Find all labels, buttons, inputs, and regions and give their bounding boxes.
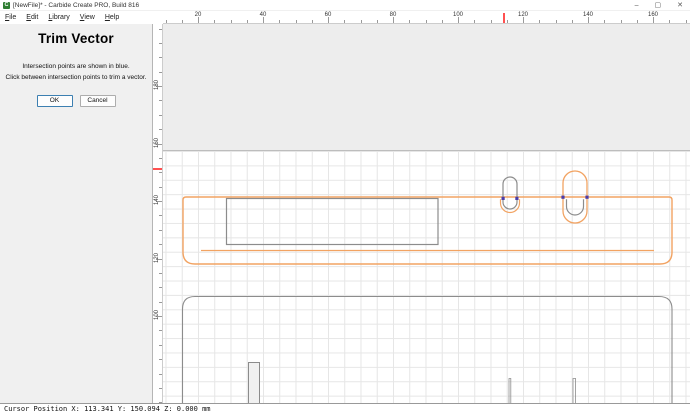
menu-help[interactable]: Help	[105, 14, 119, 21]
instruction-line: Click between intersection points to tri…	[0, 74, 152, 81]
minimize-button[interactable]: –	[635, 1, 639, 10]
ruler-tick	[572, 20, 573, 23]
status-bar: Cursor Position X: 113.341 Y: 150.094 Z:…	[0, 403, 690, 414]
left-ruler: 180 160 140 120 100	[152, 24, 163, 403]
ruler-label: 120	[154, 252, 160, 264]
ruler-tick	[159, 330, 162, 331]
vector-inner-gray-rect[interactable]	[227, 199, 439, 245]
cursor-marker-y	[152, 168, 162, 170]
ruler-tick	[231, 20, 232, 23]
vector-lower-slot[interactable]	[573, 379, 576, 404]
ruler-tick	[159, 230, 162, 231]
ruler-label: 20	[195, 12, 202, 18]
ruler-tick	[159, 345, 162, 346]
ruler-tick	[604, 20, 605, 23]
panel-title: Trim Vector	[0, 31, 152, 46]
menu-library[interactable]: Library	[48, 14, 69, 21]
ruler-tick	[214, 20, 215, 23]
intersection-point[interactable]	[502, 197, 505, 200]
ruler-tick	[361, 20, 362, 23]
ruler-tick	[159, 29, 162, 30]
ruler-label: 80	[390, 12, 397, 18]
ruler-tick	[159, 72, 162, 73]
ruler-tick	[474, 20, 475, 23]
trim-vector-panel: Trim Vector Intersection points are show…	[0, 24, 152, 403]
ruler-tick	[686, 20, 687, 23]
instruction-line: Intersection points are shown in blue.	[0, 63, 152, 70]
ruler-tick	[159, 302, 162, 303]
ruler-tick	[159, 273, 162, 274]
ruler-tick	[539, 20, 540, 23]
ruler-label: 180	[154, 79, 160, 91]
close-button[interactable]: ✕	[677, 1, 683, 10]
ruler-label: 60	[325, 12, 332, 18]
ruler-tick	[159, 158, 162, 159]
ruler-tick	[159, 57, 162, 58]
menu-edit[interactable]: Edit	[26, 14, 38, 21]
vector-lower-slot[interactable]	[509, 379, 511, 404]
ok-button[interactable]: OK	[37, 95, 73, 107]
ruler-tick	[247, 20, 248, 23]
ruler-label: 120	[518, 12, 528, 18]
vector-slot-large-gray[interactable]	[567, 176, 584, 215]
ruler-tick	[159, 287, 162, 288]
ruler-label: 140	[583, 12, 593, 18]
ruler-tick	[442, 20, 443, 23]
app-icon: C	[3, 2, 10, 9]
ruler-label: 40	[260, 12, 267, 18]
ruler-tick	[637, 20, 638, 23]
ruler-tick	[344, 20, 345, 23]
button-row: OK Cancel	[0, 95, 152, 107]
app-window: C [NewFile]* - Carbide Create PRO, Build…	[0, 0, 690, 414]
intersection-point[interactable]	[515, 197, 518, 200]
ruler-label: 100	[453, 12, 463, 18]
ruler-tick	[491, 20, 492, 23]
intersection-point[interactable]	[585, 196, 588, 199]
cursor-position-readout: Cursor Position X: 113.341 Y: 150.094 Z:…	[4, 405, 211, 413]
ruler-tick	[312, 20, 313, 23]
ruler-tick	[426, 20, 427, 23]
intersection-point[interactable]	[561, 196, 564, 199]
ruler-tick	[279, 20, 280, 23]
menu-file[interactable]: File	[5, 14, 16, 21]
vector-slot-small-gray[interactable]	[503, 177, 517, 209]
vector-outer-orange-rect[interactable]	[183, 197, 672, 264]
top-ruler: 20 40 60 80 100 120 140 160	[163, 11, 690, 24]
ruler-tick	[159, 388, 162, 389]
cursor-marker-x	[503, 13, 505, 23]
ruler-label: 140	[154, 194, 160, 206]
titlebar: C [NewFile]* - Carbide Create PRO, Build…	[0, 0, 690, 11]
ruler-label: 100	[154, 309, 160, 321]
maximize-button[interactable]: ▢	[655, 1, 662, 10]
ruler-label: 160	[648, 12, 658, 18]
cancel-button[interactable]: Cancel	[80, 95, 116, 107]
ruler-tick	[166, 20, 167, 23]
ruler-tick	[159, 374, 162, 375]
menu-view[interactable]: View	[80, 14, 95, 21]
ruler-tick	[159, 115, 162, 116]
ruler-tick	[296, 20, 297, 23]
ruler-tick	[159, 244, 162, 245]
ruler-label: 160	[154, 137, 160, 149]
ruler-tick	[182, 20, 183, 23]
ruler-tick	[159, 129, 162, 130]
ruler-tick	[377, 20, 378, 23]
ruler-tick	[669, 20, 670, 23]
ruler-tick	[159, 43, 162, 44]
ruler-tick	[159, 359, 162, 360]
ruler-tick	[507, 20, 508, 23]
window-title: [NewFile]* - Carbide Create PRO, Build 8…	[13, 2, 139, 9]
vector-lower-slot[interactable]	[249, 363, 260, 404]
ruler-tick	[159, 215, 162, 216]
vector-overlay	[163, 24, 690, 403]
ruler-tick	[409, 20, 410, 23]
ruler-tick	[159, 172, 162, 173]
ruler-tick	[556, 20, 557, 23]
ruler-tick	[159, 187, 162, 188]
ruler-tick	[159, 100, 162, 101]
ruler-tick	[621, 20, 622, 23]
design-canvas[interactable]	[163, 24, 690, 403]
window-controls: – ▢ ✕	[635, 1, 687, 10]
menubar: File Edit Library View Help	[0, 11, 152, 24]
